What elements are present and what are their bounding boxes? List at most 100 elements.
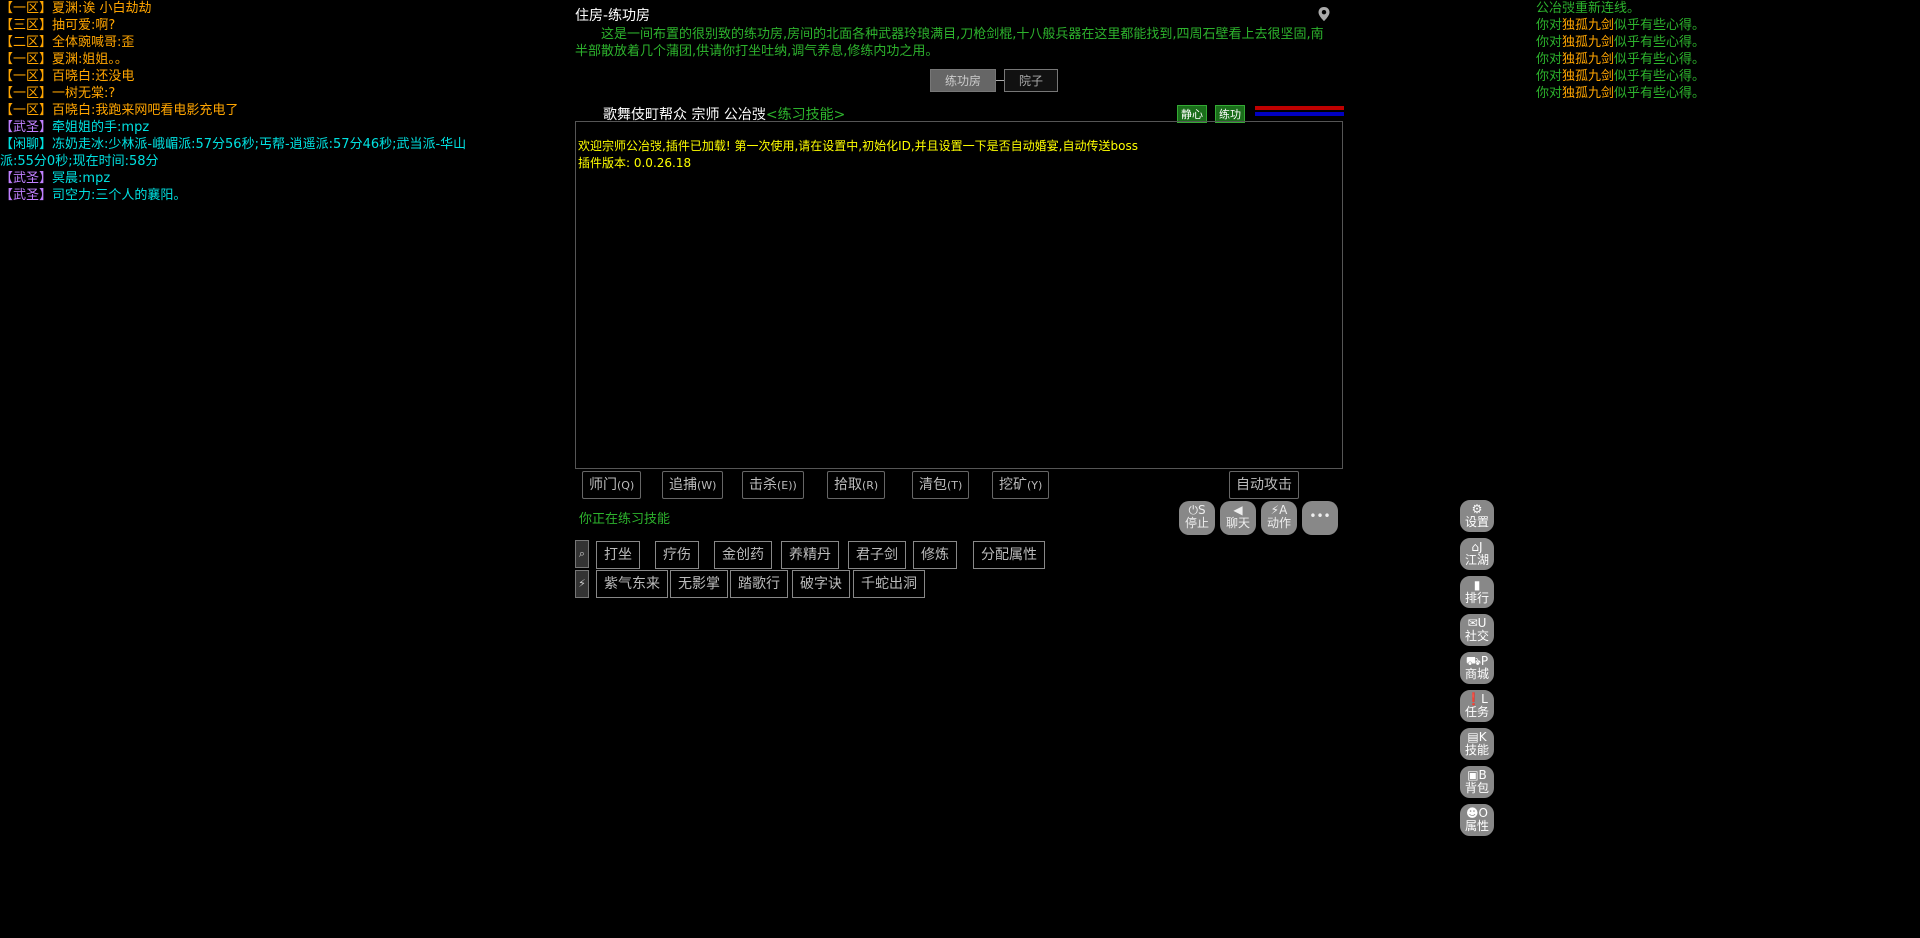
- skill-button[interactable]: 踏歌行: [730, 570, 788, 598]
- round-button-hotkey: S: [1197, 503, 1206, 517]
- log-line: 你对独孤九剑似乎有些心得。: [1536, 51, 1866, 68]
- chat-text: ?: [108, 86, 116, 101]
- room-title: 住房-练功房: [575, 8, 651, 24]
- system-log-panel: 公冶弢重新连线。 你对独孤九剑似乎有些心得。 你对独孤九剑似乎有些心得。 你对独孤九…: [1536, 0, 1866, 102]
- chat-text: 啊?: [95, 18, 116, 33]
- action-button-1[interactable]: 追捕(W): [662, 471, 724, 499]
- action-button-5[interactable]: 挖矿(Y): [992, 471, 1050, 499]
- chat-message: 【一区】百晓白:还没电: [0, 68, 480, 85]
- sidebar-hotkey: K: [1478, 730, 1487, 744]
- sidebar-hotkey: B: [1478, 768, 1487, 782]
- chat-sender: 百晓白: [52, 69, 92, 84]
- log-skill-name: 独孤九剑: [1562, 35, 1615, 50]
- chat-channel-tag: 【武圣】: [0, 188, 53, 203]
- exit-yard[interactable]: 院子: [1004, 69, 1059, 92]
- log-skill-name: 独孤九剑: [1562, 69, 1615, 84]
- sidebar-button-7[interactable]: ▣B 背包: [1460, 766, 1494, 798]
- action-button-3[interactable]: 拾取(R): [827, 471, 886, 499]
- log-line: 你对独孤九剑似乎有些心得。: [1536, 85, 1866, 102]
- map-pin-icon[interactable]: [1317, 6, 1331, 22]
- skill-button[interactable]: 紫气东来: [596, 570, 668, 598]
- sidebar-hotkey: J: [1479, 540, 1483, 554]
- skill-button[interactable]: 打坐: [596, 541, 640, 569]
- practice-status: 你正在练习技能: [579, 512, 671, 527]
- sidebar-label: 商城: [1464, 667, 1489, 681]
- log-suffix: 似乎有些心得。: [1614, 35, 1706, 50]
- action-button-0[interactable]: 师门(Q): [582, 471, 642, 499]
- chat-channel-tag: 【三区】: [0, 18, 53, 33]
- action-label: 追捕: [669, 477, 697, 493]
- sidebar-hotkey: P: [1480, 654, 1489, 668]
- output-line: 欢迎宗师公冶弢,插件已加载! 第一次使用,请在设置中,初始化ID,并且设置一下是…: [578, 139, 1138, 153]
- skill-button[interactable]: 千蛇出洞: [853, 570, 925, 598]
- sidebar-label: 技能: [1464, 743, 1489, 757]
- chat-channel-tag: 【一区】: [0, 52, 53, 67]
- skill-button[interactable]: 养精丹: [781, 541, 839, 569]
- log-prefix: 你对: [1536, 18, 1563, 33]
- action-button-2[interactable]: 击杀(E)): [742, 471, 804, 499]
- round-button-label: 动作: [1266, 516, 1291, 530]
- action-hotkey: (E)): [777, 479, 797, 492]
- exit-connector: [996, 80, 1005, 81]
- log-prefix: 你对: [1536, 52, 1563, 67]
- action-label: 清包: [919, 477, 947, 493]
- chat-sender: 百晓白: [52, 103, 92, 118]
- sidebar-button-6[interactable]: ▤K 技能: [1460, 728, 1494, 760]
- chat-channel-tag: 【二区】: [0, 35, 53, 50]
- chat-sender: 全体豌喊哥: [52, 35, 118, 50]
- chat-text: 还没电: [95, 69, 135, 84]
- skill-button[interactable]: 疗伤: [655, 541, 699, 569]
- chat-message: 【一区】一树无棠:?: [0, 85, 480, 102]
- skill-button[interactable]: 修炼: [913, 541, 957, 569]
- log-prefix: 你对: [1536, 69, 1563, 84]
- chat-sender: 冻奶走冰: [52, 137, 105, 152]
- sidebar-button-3[interactable]: ✉U 社交: [1460, 614, 1494, 646]
- chat-message: 【武圣】牵姐姐的手:mpz: [0, 119, 480, 136]
- round-button-0[interactable]: ⏻S 停止: [1179, 501, 1215, 535]
- chat-channel-tag: 【武圣】: [0, 171, 53, 186]
- sidebar-label: 排行: [1464, 591, 1489, 605]
- round-button-2[interactable]: ⚡A 动作: [1261, 501, 1297, 535]
- chat-text: 我跑来网吧看电影充电了: [95, 103, 239, 118]
- hp-bar: [1255, 106, 1344, 110]
- skill-button[interactable]: 分配属性: [973, 541, 1045, 569]
- round-button-icon: •••: [1309, 509, 1331, 523]
- round-button-3[interactable]: •••: [1302, 501, 1338, 535]
- skill-button[interactable]: 破字诀: [792, 570, 850, 598]
- log-suffix: 似乎有些心得。: [1614, 18, 1706, 33]
- sidebar-button-0[interactable]: ⚙ 设置: [1460, 500, 1494, 532]
- action-hotkey: (Y): [1027, 479, 1043, 492]
- log-line: 你对独孤九剑似乎有些心得。: [1536, 68, 1866, 85]
- chat-message: 【一区】百晓白:我跑来网吧看电影充电了: [0, 102, 480, 119]
- auto-attack-button[interactable]: 自动攻击: [1229, 471, 1299, 499]
- exit-current-room[interactable]: 练功房: [930, 69, 997, 92]
- action-button-4[interactable]: 清包(T): [912, 471, 970, 499]
- skill-button[interactable]: 金创药: [714, 541, 772, 569]
- round-button-1[interactable]: ◀ 聊天: [1220, 501, 1256, 535]
- chat-text: 三个人的襄阳。: [95, 188, 187, 203]
- chat-channel-tag: 【一区】: [0, 103, 53, 118]
- skill-button[interactable]: 无影掌: [670, 570, 728, 598]
- chat-channel-tag: 【武圣】: [0, 120, 53, 135]
- action-hotkey: (T): [947, 479, 963, 492]
- chat-sender: 一树无棠: [52, 86, 105, 101]
- sidebar-button-1[interactable]: ⌂J 江湖: [1460, 538, 1494, 570]
- reconnect-message: 公冶弢重新连线。: [1536, 1, 1641, 16]
- action-hotkey: (Q): [617, 479, 635, 492]
- sidebar-button-2[interactable]: ▮ 排行: [1460, 576, 1494, 608]
- log-prefix: 你对: [1536, 35, 1563, 50]
- search-icon[interactable]: ⌕: [575, 540, 589, 568]
- log-skill-name: 独孤九剑: [1562, 52, 1615, 67]
- sidebar-label: 属性: [1464, 819, 1489, 833]
- sidebar-hotkey: L: [1481, 692, 1488, 706]
- sidebar-button-5[interactable]: ❗L 任务: [1460, 690, 1494, 722]
- chat-channel-tag: 【一区】: [0, 1, 53, 16]
- lightning-icon[interactable]: ⚡: [575, 570, 589, 598]
- chat-message: 【武圣】冥晨:mpz: [0, 170, 480, 187]
- sidebar-button-8[interactable]: ☻O 属性: [1460, 804, 1494, 836]
- skill-button[interactable]: 君子剑: [848, 541, 906, 569]
- round-button-label: 停止: [1184, 516, 1209, 530]
- sidebar-button-4[interactable]: ⛟P 商城: [1460, 652, 1494, 684]
- chat-sender: 司空力: [52, 188, 92, 203]
- chat-message: 【闲聊】冻奶走冰:少林派-峨嵋派:57分56秒;丐帮-逍遥派:57分46秒;武当…: [0, 136, 480, 170]
